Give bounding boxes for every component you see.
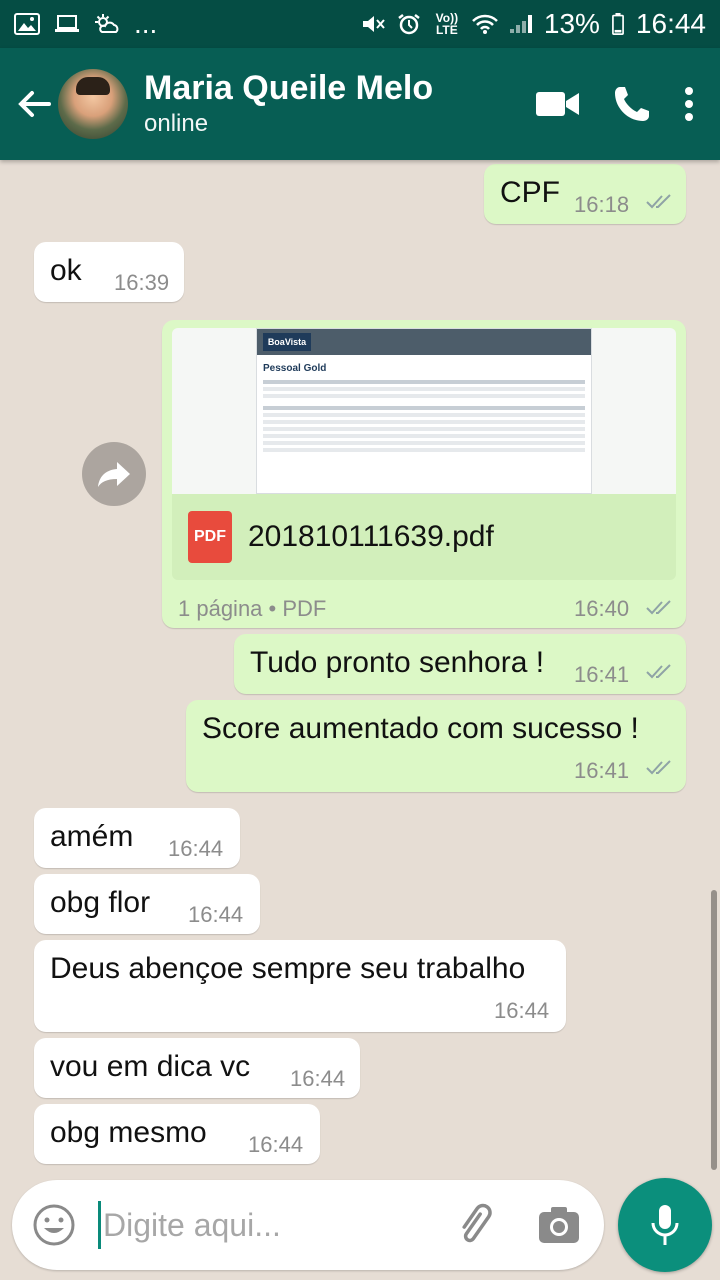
- message-document[interactable]: BoaVista Pessoal Gold PDF 201810111639.p…: [162, 320, 686, 628]
- emoji-icon[interactable]: [32, 1203, 76, 1247]
- battery-icon: [611, 13, 624, 35]
- preview-brand: BoaVista: [263, 333, 311, 351]
- avatar[interactable]: [58, 69, 128, 139]
- document-page: BoaVista Pessoal Gold: [256, 328, 592, 494]
- message-text: obg mesmo: [50, 1116, 207, 1149]
- camera-icon[interactable]: [538, 1206, 580, 1244]
- clock: 16:44: [635, 8, 706, 39]
- document-preview[interactable]: BoaVista Pessoal Gold: [172, 328, 676, 494]
- document-pages: 1 página: [178, 596, 263, 621]
- message-composer: Digite aqui...: [12, 1180, 604, 1270]
- message-time: 16:18: [574, 192, 630, 217]
- message-list[interactable]: CPF 16:18 ok 16:39 BoaVista Pessoal Gold…: [0, 160, 720, 1170]
- message-incoming[interactable]: ok 16:39: [34, 242, 184, 302]
- signal-icon: [509, 15, 532, 33]
- mute-icon: [362, 16, 385, 32]
- chat-header: Maria Queile Melo online: [0, 48, 720, 160]
- message-time: 16:44: [168, 836, 224, 861]
- message-time: 16:44: [248, 1132, 304, 1157]
- pdf-icon: PDF: [188, 511, 232, 563]
- wifi-icon: [471, 14, 498, 34]
- document-file[interactable]: PDF 201810111639.pdf: [172, 494, 676, 580]
- message-incoming[interactable]: amém 16:44: [34, 808, 240, 868]
- message-time: 16:41: [574, 662, 630, 687]
- more-options-icon[interactable]: [684, 86, 694, 122]
- read-ticks-icon: [646, 664, 671, 679]
- message-incoming[interactable]: Deus abençoe sempre seu trabalho 16:44: [34, 940, 566, 1032]
- read-ticks-icon: [646, 194, 671, 209]
- message-outgoing[interactable]: Score aumentado com sucesso ! 16:41: [186, 700, 686, 792]
- contact-info[interactable]: Maria Queile Melo online: [144, 68, 433, 140]
- weather-icon: [95, 14, 119, 33]
- message-time: 16:44: [290, 1066, 346, 1091]
- message-text: Score aumentado com sucesso !: [202, 712, 639, 745]
- message-text: amém: [50, 820, 134, 853]
- message-outgoing[interactable]: CPF 16:18: [484, 164, 686, 224]
- message-text: Deus abençoe sempre seu trabalho: [50, 952, 526, 985]
- mic-button[interactable]: [618, 1178, 712, 1272]
- contact-status: online: [144, 110, 209, 137]
- alarm-icon: [398, 14, 420, 35]
- volte-indicator: Vo)) LTE: [435, 11, 459, 37]
- attach-icon[interactable]: [454, 1203, 498, 1247]
- message-text: vou em dica vc: [50, 1050, 251, 1083]
- message-incoming[interactable]: vou em dica vc 16:44: [34, 1038, 360, 1098]
- message-time: 16:44: [494, 998, 550, 1023]
- message-text: ok: [50, 254, 82, 287]
- mic-icon: [651, 1205, 679, 1245]
- battery-percent: 13%: [543, 8, 600, 39]
- message-incoming[interactable]: obg mesmo 16:44: [34, 1104, 320, 1164]
- document-type: PDF: [282, 596, 327, 621]
- message-time: 16:41: [574, 758, 630, 783]
- phone-call-icon[interactable]: [612, 84, 652, 124]
- document-meta: 1 página • PDF: [178, 596, 327, 621]
- forward-button[interactable]: [82, 442, 146, 506]
- read-ticks-icon: [646, 600, 671, 615]
- image-icon: [14, 13, 40, 35]
- message-outgoing[interactable]: Tudo pronto senhora ! 16:41: [234, 634, 686, 694]
- message-text: CPF: [500, 176, 560, 209]
- scrollbar[interactable]: [711, 890, 717, 1170]
- message-text: Tudo pronto senhora !: [250, 646, 545, 679]
- forward-icon: [98, 462, 130, 487]
- contact-name: Maria Queile Melo: [144, 69, 434, 107]
- message-input[interactable]: Digite aqui...: [103, 1207, 281, 1244]
- video-call-icon[interactable]: [536, 89, 580, 119]
- back-button[interactable]: [6, 76, 62, 132]
- message-text: obg flor: [50, 886, 151, 919]
- back-arrow-icon: [18, 91, 51, 117]
- message-incoming[interactable]: obg flor 16:44: [34, 874, 260, 934]
- message-time: 16:40: [574, 596, 630, 621]
- preview-title: Pessoal Gold: [263, 363, 327, 374]
- read-ticks-icon: [646, 760, 671, 775]
- message-time: 16:44: [188, 902, 244, 927]
- document-filename: 201810111639.pdf: [248, 520, 494, 553]
- text-cursor: [98, 1201, 101, 1249]
- laptop-icon: [55, 15, 79, 32]
- status-bar: ... Vo)) LTE 13% 16:44: [0, 0, 720, 48]
- message-time: 16:39: [114, 270, 170, 295]
- more-notifications: ...: [134, 8, 158, 39]
